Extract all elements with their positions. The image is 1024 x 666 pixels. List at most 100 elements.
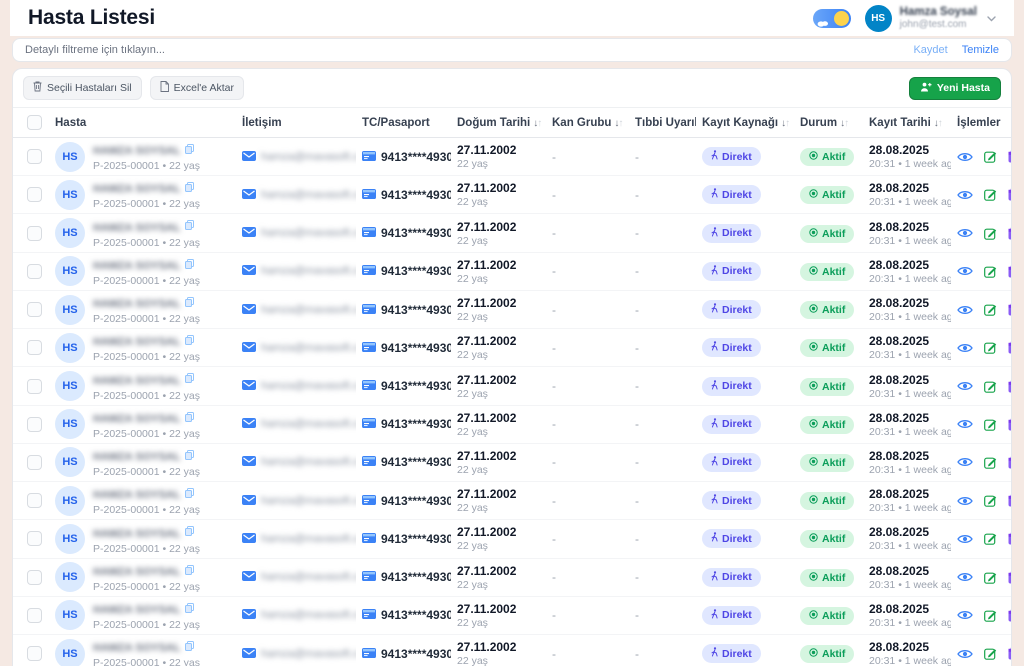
calendar-button[interactable] <box>1008 188 1012 201</box>
copy-icon[interactable] <box>185 638 194 655</box>
edit-button[interactable] <box>984 494 997 507</box>
view-button[interactable] <box>957 648 973 660</box>
copy-icon[interactable] <box>185 370 194 387</box>
actions-cell <box>951 558 1012 596</box>
edit-button[interactable] <box>984 265 997 278</box>
view-button[interactable] <box>957 189 973 201</box>
clear-filter-link[interactable]: Temizle <box>962 44 999 56</box>
edit-button[interactable] <box>984 532 997 545</box>
birth-age: 22 yaş <box>457 158 540 170</box>
view-button[interactable] <box>957 304 973 316</box>
calendar-button[interactable] <box>1008 571 1012 584</box>
copy-icon[interactable] <box>185 332 194 349</box>
calendar-button[interactable] <box>1008 456 1012 469</box>
edit-button[interactable] <box>984 647 997 660</box>
patient-name: HAMZA SOYSAL <box>93 451 181 463</box>
calendar-button[interactable] <box>1008 265 1012 278</box>
calendar-button[interactable] <box>1008 303 1012 316</box>
copy-icon[interactable] <box>185 141 194 158</box>
copy-icon[interactable] <box>185 217 194 234</box>
column-header-kan-grubu[interactable]: Kan Grubu↓↑ <box>546 108 629 138</box>
tc-cell: 9413****4930 <box>356 558 451 596</box>
column-header-kayit-kaynagi[interactable]: Kayıt Kaynağı↓↑ <box>696 108 794 138</box>
calendar-button[interactable] <box>1008 150 1012 163</box>
status-dot-icon <box>809 419 818 431</box>
view-button[interactable] <box>957 609 973 621</box>
edit-button[interactable] <box>984 227 997 240</box>
copy-icon[interactable] <box>185 409 194 426</box>
calendar-button[interactable] <box>1008 418 1012 431</box>
edit-button[interactable] <box>984 456 997 469</box>
birth-date-cell: 27.11.2002 22 yaş <box>451 443 546 481</box>
source-badge: Direkt <box>702 606 761 625</box>
calendar-button[interactable] <box>1008 609 1012 622</box>
calendar-button[interactable] <box>1008 494 1012 507</box>
edit-button[interactable] <box>984 380 997 393</box>
edit-button[interactable] <box>984 303 997 316</box>
registration-date: 28.08.2025 <box>869 411 945 425</box>
user-menu[interactable]: HS Hamza Soysal john@test.com <box>865 5 996 32</box>
copy-icon[interactable] <box>185 485 194 502</box>
row-checkbox[interactable] <box>27 493 42 508</box>
calendar-button[interactable] <box>1008 380 1012 393</box>
copy-icon[interactable] <box>185 256 194 273</box>
delete-selected-button[interactable]: Seçili Hastaları Sil <box>23 76 142 100</box>
copy-icon[interactable] <box>185 179 194 196</box>
view-button[interactable] <box>957 227 973 239</box>
row-checkbox[interactable] <box>27 379 42 394</box>
row-checkbox[interactable] <box>27 608 42 623</box>
save-filter-link[interactable]: Kaydet <box>913 44 947 56</box>
copy-icon[interactable] <box>185 562 194 579</box>
calendar-button[interactable] <box>1008 341 1012 354</box>
copy-icon[interactable] <box>185 523 194 540</box>
column-header-kayit-tarihi[interactable]: Kayıt Tarihi↓↑ <box>863 108 951 138</box>
row-checkbox[interactable] <box>27 302 42 317</box>
row-checkbox[interactable] <box>27 226 42 241</box>
birth-age: 22 yaş <box>457 349 540 361</box>
view-button[interactable] <box>957 265 973 277</box>
edit-button[interactable] <box>984 188 997 201</box>
copy-icon[interactable] <box>185 600 194 617</box>
row-checkbox[interactable] <box>27 149 42 164</box>
row-checkbox[interactable] <box>27 340 42 355</box>
row-checkbox[interactable] <box>27 570 42 585</box>
column-header-durum[interactable]: Durum↓↑ <box>794 108 863 138</box>
patient-meta: P-2025-00001 • 22 yaş <box>93 657 200 666</box>
edit-button[interactable] <box>984 418 997 431</box>
view-button[interactable] <box>957 342 973 354</box>
edit-button[interactable] <box>984 609 997 622</box>
copy-icon[interactable] <box>185 294 194 311</box>
view-button[interactable] <box>957 533 973 545</box>
row-checkbox[interactable] <box>27 264 42 279</box>
birth-date-cell: 27.11.2002 22 yaş <box>451 558 546 596</box>
view-button[interactable] <box>957 571 973 583</box>
patient-meta: P-2025-00001 • 22 yaş <box>93 581 200 593</box>
new-patient-button[interactable]: Yeni Hasta <box>909 77 1001 100</box>
calendar-button[interactable] <box>1008 532 1012 545</box>
row-checkbox[interactable] <box>27 455 42 470</box>
patient-avatar: HS <box>55 524 85 554</box>
calendar-button[interactable] <box>1008 227 1012 240</box>
edit-button[interactable] <box>984 150 997 163</box>
patient-name: HAMZA SOYSAL <box>93 375 181 387</box>
status-dot-icon <box>809 495 818 507</box>
calendar-button[interactable] <box>1008 647 1012 660</box>
view-button[interactable] <box>957 495 973 507</box>
theme-toggle[interactable] <box>813 9 851 28</box>
medical-alerts-cell: - <box>629 482 696 520</box>
view-button[interactable] <box>957 418 973 430</box>
select-all-checkbox[interactable] <box>27 115 42 130</box>
copy-icon[interactable] <box>185 447 194 464</box>
edit-button[interactable] <box>984 341 997 354</box>
column-header-dogum-tarihi[interactable]: Doğum Tarihi↓↑ <box>451 108 546 138</box>
row-checkbox[interactable] <box>27 531 42 546</box>
row-checkbox[interactable] <box>27 417 42 432</box>
export-excel-button[interactable]: Excel'e Aktar <box>150 76 244 100</box>
view-button[interactable] <box>957 151 973 163</box>
row-checkbox[interactable] <box>27 187 42 202</box>
filter-bar[interactable]: Detaylı filtreme için tıklayın... Kaydet… <box>12 38 1012 62</box>
row-checkbox[interactable] <box>27 646 42 661</box>
edit-button[interactable] <box>984 571 997 584</box>
view-button[interactable] <box>957 380 973 392</box>
view-button[interactable] <box>957 456 973 468</box>
